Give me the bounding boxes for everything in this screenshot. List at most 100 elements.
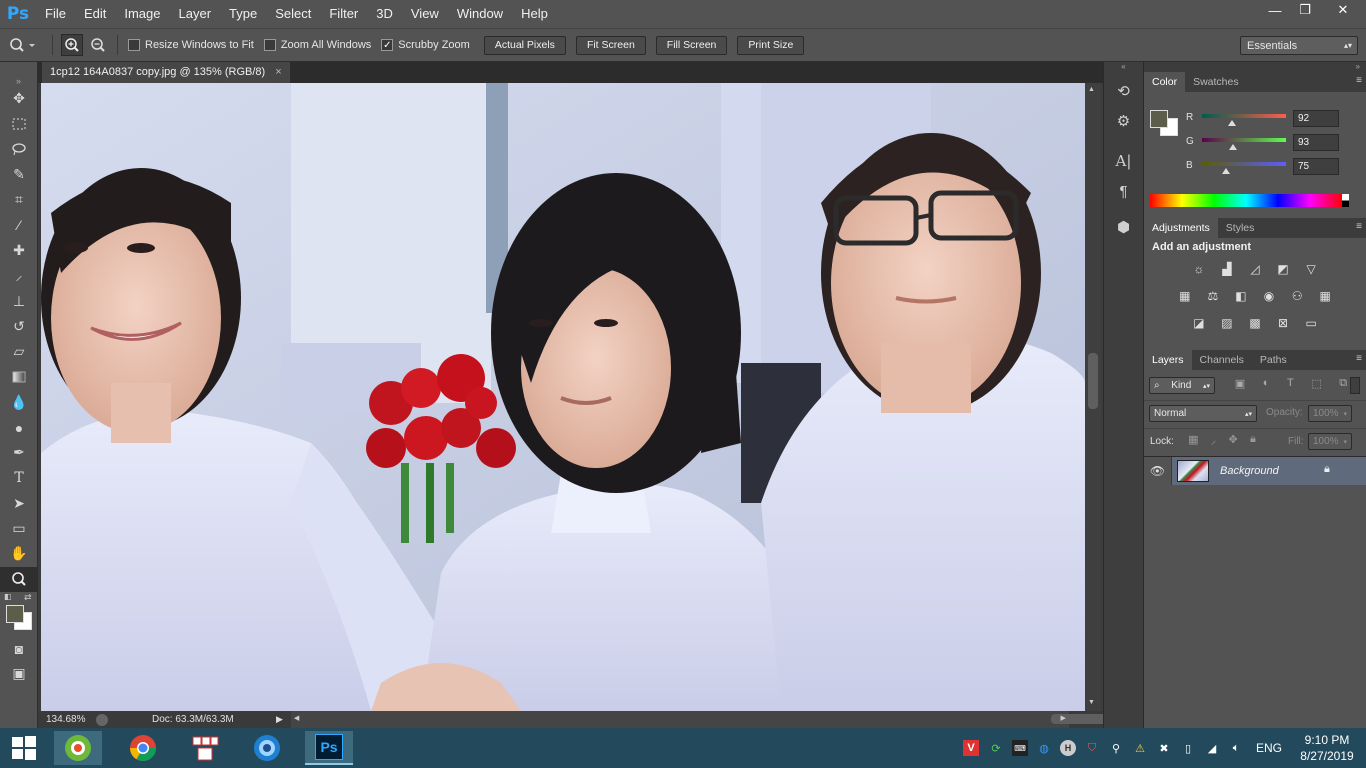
chevron-down-icon[interactable]: ▾ — [1343, 410, 1347, 418]
levels-icon[interactable]: ▟ — [1217, 261, 1237, 277]
workspace-select[interactable]: Essentials ▴▾ — [1240, 36, 1358, 55]
red-slider-knob[interactable] — [1228, 120, 1237, 126]
collapse-icons-icon[interactable]: « — [1104, 62, 1143, 74]
menu-edit[interactable]: Edit — [75, 0, 115, 28]
red-track[interactable] — [1202, 114, 1286, 118]
lock-transparent-pixels-icon[interactable]: ▦ — [1188, 433, 1198, 450]
blend-mode-select[interactable]: Normal ▴▾ — [1149, 405, 1257, 422]
tray-keyboard-icon[interactable]: ⌨ — [1012, 740, 1028, 756]
history-panel-icon[interactable]: ⟲ — [1109, 78, 1139, 104]
crop-tool-icon[interactable]: ⌗ — [0, 187, 38, 212]
tab-channels[interactable]: Channels — [1192, 350, 1252, 370]
zoom-out-button[interactable] — [87, 34, 109, 56]
green-value-input[interactable]: 93 — [1293, 134, 1339, 151]
actual-pixels-button[interactable]: Actual Pixels — [483, 35, 566, 55]
filter-shape-icon[interactable]: ⬚ — [1311, 377, 1321, 394]
share-icon[interactable] — [96, 713, 108, 726]
checkbox-box[interactable] — [128, 39, 140, 51]
photoshop-icon[interactable]: Ps — [305, 731, 353, 765]
foreground-color-swatch[interactable] — [6, 604, 24, 623]
tab-paths[interactable]: Paths — [1252, 350, 1295, 370]
type-tool-icon[interactable]: T — [0, 465, 38, 490]
checkbox-box-checked[interactable]: ✓ — [381, 39, 394, 51]
color-lookup-icon[interactable]: ▦ — [1315, 288, 1335, 304]
clock[interactable]: 9:10 PM 8/27/2019 — [1294, 732, 1360, 764]
panel-menu-icon[interactable]: ≡ — [1356, 221, 1362, 232]
fill-screen-button[interactable]: Fill Screen — [655, 35, 728, 55]
tray-cloud-icon[interactable]: ◍ — [1036, 740, 1052, 756]
properties-panel-icon[interactable]: ⚙ — [1109, 108, 1139, 134]
antivirus-tray-icon[interactable]: V — [963, 740, 979, 756]
tray-notification-icon[interactable]: ⚠ — [1132, 740, 1148, 756]
menu-file[interactable]: File — [36, 0, 75, 28]
color-spectrum-bar[interactable] — [1150, 194, 1342, 207]
scroll-right-icon[interactable]: ▶ — [1061, 714, 1066, 722]
volume-icon[interactable]: 🔈︎ — [1228, 740, 1244, 756]
chevron-down-icon[interactable]: ▾ — [1343, 438, 1347, 446]
unikey-icon[interactable] — [181, 731, 229, 765]
scroll-down-icon[interactable]: ▼ — [1088, 699, 1095, 706]
green-slider-knob[interactable] — [1228, 144, 1237, 150]
tray-app-icon[interactable]: ⟳ — [988, 740, 1004, 756]
quick-mask-icon[interactable]: ◙ — [0, 636, 38, 661]
lock-image-pixels-icon[interactable]: ⸝ — [1211, 433, 1217, 450]
visibility-eye-icon[interactable]: 👁︎ — [1144, 457, 1172, 485]
status-menu-arrow-icon[interactable]: ▶ — [276, 714, 283, 725]
layer-filter-kind-select[interactable]: ⌕ Kind ▴▾ — [1149, 377, 1215, 394]
lock-all-icon[interactable]: 🔒︎ — [1250, 433, 1256, 450]
battery-icon[interactable]: ▯ — [1180, 740, 1196, 756]
black-white-icon[interactable]: ◧ — [1231, 288, 1251, 304]
print-size-button[interactable]: Print Size — [737, 35, 805, 55]
minimize-button[interactable]: — — [1260, 0, 1290, 20]
fill-input[interactable]: 100% ▾ — [1308, 433, 1352, 450]
selective-color-icon[interactable]: ⊠ — [1273, 315, 1293, 331]
scroll-up-icon[interactable]: ▲ — [1088, 86, 1095, 93]
filter-type-icon[interactable]: T — [1287, 377, 1294, 394]
tray-network-error-icon[interactable]: ✖ — [1156, 740, 1172, 756]
curves-icon[interactable]: ◿ — [1245, 261, 1265, 277]
history-brush-tool-icon[interactable]: ↺ — [0, 314, 38, 339]
checkbox-box[interactable] — [263, 39, 276, 51]
blue-track[interactable] — [1202, 162, 1286, 166]
menu-3d[interactable]: 3D — [367, 0, 402, 28]
exposure-icon[interactable]: ◩ — [1273, 261, 1293, 277]
coccoc-browser-icon[interactable] — [54, 731, 102, 765]
photo-filter-icon[interactable]: ◉ — [1259, 288, 1279, 304]
rectangle-tool-icon[interactable]: ▭ — [0, 516, 38, 541]
dodge-tool-icon[interactable]: ● — [0, 415, 38, 440]
hue-saturation-icon[interactable]: ▦ — [1175, 288, 1195, 304]
chrome-icon[interactable] — [119, 731, 167, 765]
blur-tool-icon[interactable]: 💧 — [0, 390, 38, 415]
menu-window[interactable]: Window — [448, 0, 512, 28]
green-track[interactable] — [1202, 138, 1286, 142]
filter-adjustment-icon[interactable]: ◐ — [1263, 377, 1270, 394]
paragraph-panel-icon[interactable]: ¶ — [1109, 178, 1139, 204]
collapse-tools-icon[interactable]: » — [0, 62, 37, 86]
gradient-tool-icon[interactable] — [0, 364, 38, 389]
brush-tool-icon[interactable]: ⸝ — [0, 263, 38, 288]
zoom-tool-preset[interactable] — [0, 37, 44, 53]
menu-layer[interactable]: Layer — [170, 0, 221, 28]
invert-icon[interactable]: ◪ — [1189, 315, 1209, 331]
zoom-level[interactable]: 134.68% — [46, 714, 92, 725]
clone-stamp-tool-icon[interactable]: ⊥ — [0, 288, 38, 313]
marquee-tool-icon[interactable] — [0, 111, 38, 136]
lasso-tool-icon[interactable] — [0, 137, 38, 162]
document-canvas[interactable] — [41, 83, 1085, 711]
opacity-input[interactable]: 100% ▾ — [1308, 405, 1352, 422]
pen-tool-icon[interactable]: ✒ — [0, 440, 38, 465]
tab-color[interactable]: Color — [1144, 72, 1186, 92]
tab-swatches[interactable]: Swatches — [1185, 72, 1247, 92]
scroll-left-icon[interactable]: ◀ — [294, 714, 299, 722]
brightness-contrast-icon[interactable]: ☼ — [1189, 261, 1209, 277]
lock-position-icon[interactable]: ✥ — [1229, 433, 1238, 450]
eyedropper-tool-icon[interactable]: ⁄ — [0, 212, 38, 237]
menu-help[interactable]: Help — [512, 0, 557, 28]
layer-name[interactable]: Background — [1220, 465, 1279, 477]
channel-mixer-icon[interactable]: ⚇ — [1287, 288, 1307, 304]
zoom-tool-icon[interactable] — [0, 566, 38, 592]
healing-brush-tool-icon[interactable]: ✚ — [0, 238, 38, 263]
default-colors-icon[interactable]: ◧ — [4, 592, 14, 602]
eraser-tool-icon[interactable]: ▱ — [0, 339, 38, 364]
zoom-in-button[interactable] — [61, 34, 83, 56]
